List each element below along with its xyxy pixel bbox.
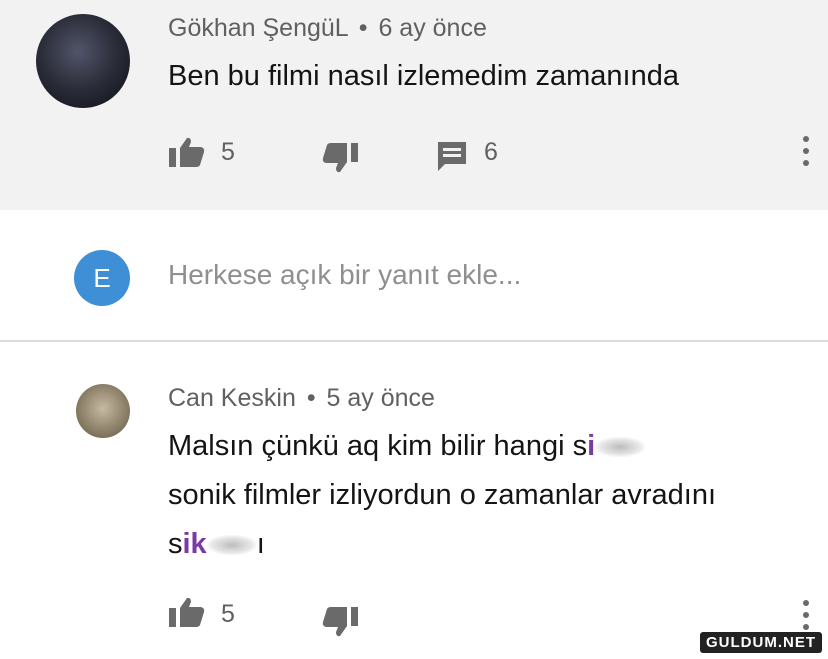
censored-text: i [587,430,596,462]
comment-2-line-3: sik ı [168,528,265,560]
comment-2-text: Malsın çünkü aq kim bilir hangi si sonik… [168,422,716,569]
comment-2-line-2: sonik filmler izliyordun o zamanlar avra… [168,479,716,511]
censored-text: ik [182,528,207,560]
thumbs-down-icon [322,607,358,637]
comment-1-like-count: 5 [221,138,235,166]
divider [0,340,828,342]
watermark: GULDUM.NET [700,632,822,653]
meta-separator: • [306,384,316,412]
user-avatar[interactable]: E [74,250,130,306]
user-avatar-letter: E [93,262,111,293]
comment-2-line-1: Malsın çünkü aq kim bilir hangi si [168,422,716,471]
comment-2-meta: Can Keskin • 5 ay önce [168,384,435,413]
comment-2-dislike-button[interactable] [321,606,359,638]
blurred-text [206,535,257,556]
comment-2-time: 5 ay önce [326,384,435,412]
comment-2-like-count: 5 [221,600,235,628]
comment-icon [438,142,466,171]
comment-1-reply-count: 6 [484,138,498,166]
comment-1-dislike-button[interactable] [321,142,359,174]
comment-2-like-button[interactable] [168,596,206,628]
thumbs-up-icon [169,597,205,627]
comment-1-text: Ben bu filmi nasıl izlemedim zamanında [168,60,679,92]
meta-separator: • [358,14,368,42]
comment-1-meta: Gökhan ŞengüL • 6 ay önce [168,14,487,43]
blurred-text [595,437,646,458]
comment-1-more-icon[interactable] [803,136,809,166]
comment-2-avatar[interactable] [76,384,130,438]
comment-1-author[interactable]: Gökhan ŞengüL [168,14,348,42]
thumbs-up-icon [169,137,205,167]
comment-2-more-icon[interactable] [803,600,809,630]
comment-1-avatar[interactable] [36,14,130,108]
comment-1-like-button[interactable] [168,136,206,168]
reply-input[interactable]: Herkese açık bir yanıt ekle... [168,259,521,291]
comment-2-author[interactable]: Can Keskin [168,384,296,412]
comment-1-replies-button[interactable] [436,140,468,172]
comment-1-time: 6 ay önce [378,14,487,42]
thumbs-down-icon [322,143,358,173]
